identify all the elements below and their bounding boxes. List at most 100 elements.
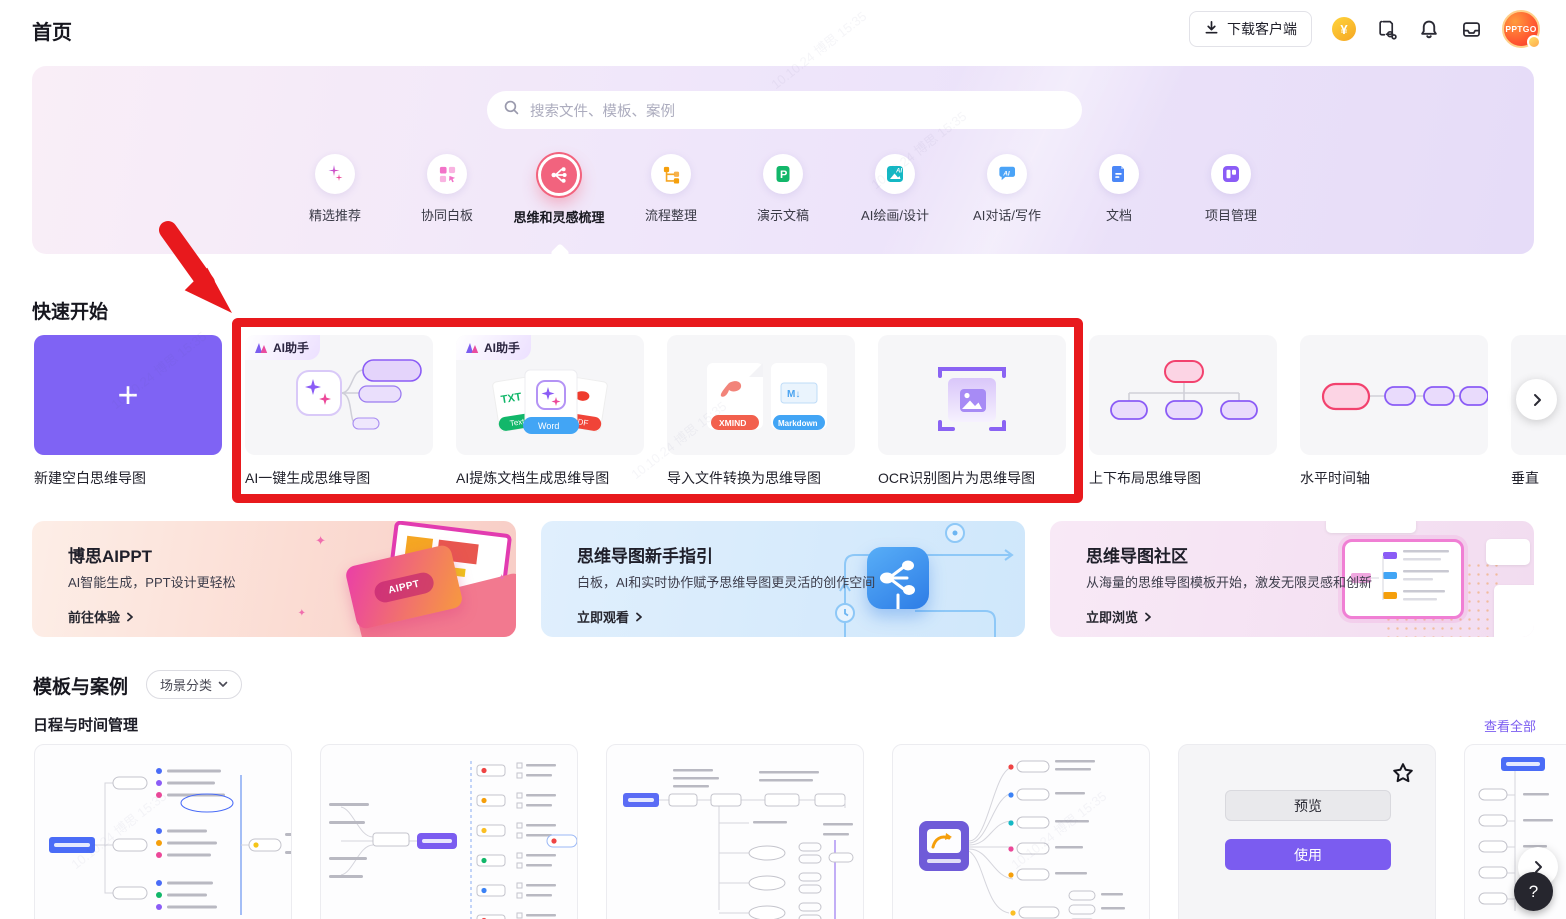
quickstart-row: + 新建空白思维导图 AI助手 AI一键生成思维导图 AI助手 TXT Text… [34,335,1566,488]
category-whiteboard[interactable]: 协同白板 [391,154,503,226]
category-label: AI绘画/设计 [861,208,929,223]
mindmap-share-icon [538,154,580,196]
chevron-right-icon [1145,612,1151,621]
membership-coin-icon[interactable]: ¥ [1332,17,1356,41]
download-client-button[interactable]: 下载客户端 [1189,11,1312,47]
card-ai-doc-to-mindmap[interactable]: AI助手 TXT Text PDF Word AI提炼文档生成思维导图 [456,335,644,488]
category-ai-design[interactable]: AI AI绘画/设计 [839,154,951,226]
card-label: 新建空白思维导图 [34,470,146,486]
mindmap-thumbnail [623,769,854,919]
search-icon [503,99,520,121]
chevron-down-icon [218,681,228,687]
notifications-bell-icon[interactable] [1418,18,1440,40]
mindmap-app-icon [867,547,929,611]
view-all-link[interactable]: 查看全部 [1484,716,1536,735]
svg-text:XMIND: XMIND [719,418,746,428]
card-label: 上下布局思维导图 [1089,470,1201,486]
ai-chat-icon: AI [987,154,1027,194]
svg-text:P: P [780,169,787,181]
hero-banner: 搜索文件、模板、案例 精选推荐 协同白板 思维和灵感梳理 流程整理 P 演示文稿… [32,66,1534,254]
card-label: OCR识别图片为思维导图 [878,470,1036,486]
ai-generate-thumb: AI助手 [245,335,433,455]
template-card-daily-todo[interactable] [34,744,292,919]
flowchart-icon [651,154,691,194]
category-project[interactable]: 项目管理 [1175,154,1287,226]
card-import-file-to-mindmap[interactable]: XMIND M↓ Markdown 导入文件转换为思维导图 [667,335,855,488]
section-title: 日程与时间管理 [33,717,139,734]
category-label: 项目管理 [1204,208,1257,223]
banner-aippt[interactable]: 博思AIPPT AI智能生成，PPT设计更轻松 前往体验 AIPPT ✦ ✦ ✦ [32,521,516,637]
svg-text:AI: AI [895,169,902,175]
search-placeholder: 搜索文件、模板、案例 [530,103,675,120]
banner-link[interactable]: 立即观看 [577,607,644,626]
plus-icon: + [117,374,139,415]
kanban-icon [1211,154,1251,194]
card-label: 垂直 [1511,470,1539,486]
tree-diagram [1110,360,1258,420]
template-cards-row: 预览 使用 [34,744,1566,919]
card-label: 水平时间轴 [1300,470,1370,486]
invite-link-icon[interactable] [1376,18,1398,40]
banner-link[interactable]: 立即浏览 [1086,607,1153,626]
banner-title: 博思AIPPT [68,547,153,566]
ai-assistant-badge: AI助手 [245,335,321,360]
card-ocr-image-to-mindmap[interactable]: OCR识别图片为思维导图 [878,335,1066,488]
search-input[interactable]: 搜索文件、模板、案例 [487,91,1082,129]
import-file-icons: XMIND M↓ Markdown [707,363,827,430]
card-vertical-layout-mindmap[interactable]: 上下布局思维导图 [1089,335,1277,488]
banner-subtitle: AI智能生成，PPT设计更轻松 [68,575,236,590]
category-mindmap[interactable]: 思维和灵感梳理 [503,154,615,226]
category-label: 流程整理 [644,208,697,223]
category-ai-chat[interactable]: AI AI对话/写作 [951,154,1063,226]
banner-link[interactable]: 前往体验 [68,607,135,626]
timeline-diagram [1321,382,1488,411]
chevron-right-icon [1533,393,1541,406]
inbox-icon[interactable] [1460,18,1482,40]
svg-text:Word: Word [538,421,559,431]
help-button[interactable]: ? [1514,872,1553,911]
avatar[interactable]: PPTGO [1502,10,1541,49]
preview-button[interactable]: 预览 [1225,790,1391,821]
template-card-hovered[interactable]: 预览 使用 [1178,744,1436,919]
card-label: AI提炼文档生成思维导图 [456,470,610,486]
banner-beginner-guide[interactable]: 思维导图新手指引 白板，AI和实时协作赋予思维导图更灵活的创作空间 立即观看 [541,521,1025,637]
chevron-right-icon [636,612,642,621]
category-label: 思维和灵感梳理 [513,210,605,225]
template-card-weekly-report[interactable] [606,744,864,919]
category-flowchart[interactable]: 流程整理 [615,154,727,226]
use-button[interactable]: 使用 [1225,839,1391,870]
ocr-scan-icon [938,367,1006,431]
mindmap-thumbnail [49,768,291,915]
scene-filter-dropdown[interactable]: 场景分类 [146,670,243,699]
download-icon [1204,20,1219,38]
category-presentation[interactable]: P 演示文稿 [727,154,839,226]
aippt-illustration: AIPPT ✦ ✦ ✦ [286,521,516,637]
category-label: 精选推荐 [308,208,361,223]
document-icon [1099,154,1139,194]
boardmix-logo-icon [255,342,268,353]
favorite-star-icon[interactable] [1391,761,1415,790]
category-label: 文档 [1105,208,1132,223]
svg-text:Markdown: Markdown [778,419,818,428]
topbar-actions: 下载客户端 ¥ PPTGO [1189,10,1541,49]
template-card-personal-plan[interactable] [892,744,1150,919]
import-files-thumb: XMIND M↓ Markdown [667,335,855,455]
quickstart-heading: 快速开始 [32,302,109,323]
quickstart-next-button[interactable] [1516,379,1557,420]
template-card-weekly-plan[interactable] [320,744,578,919]
banner-community[interactable]: 思维导图社区 从海量的思维导图模板开始，激发无限灵感和创新 立即浏览 [1050,521,1534,637]
banner-subtitle: 从海量的思维导图模板开始，激发无限灵感和创新 [1086,575,1373,590]
mindmap-thumbnail [329,761,577,919]
card-new-blank-mindmap[interactable]: + 新建空白思维导图 [34,335,222,488]
card-label: AI一键生成思维导图 [245,470,371,486]
category-featured[interactable]: 精选推荐 [279,154,391,226]
category-docs[interactable]: 文档 [1063,154,1175,226]
svg-text:AI: AI [1002,171,1010,178]
new-blank-thumb: + [34,335,222,455]
presentation-icon: P [763,154,803,194]
ocr-scan-thumb [878,335,1066,455]
app-home-page: 10.10.24 博思 15:35 10.10.24 博思 15:35 10.1… [0,0,1566,919]
card-horizontal-timeline[interactable]: 水平时间轴 [1300,335,1488,488]
avatar-label: PPTGO [1505,24,1537,34]
card-ai-generate-mindmap[interactable]: AI助手 AI一键生成思维导图 [245,335,433,488]
